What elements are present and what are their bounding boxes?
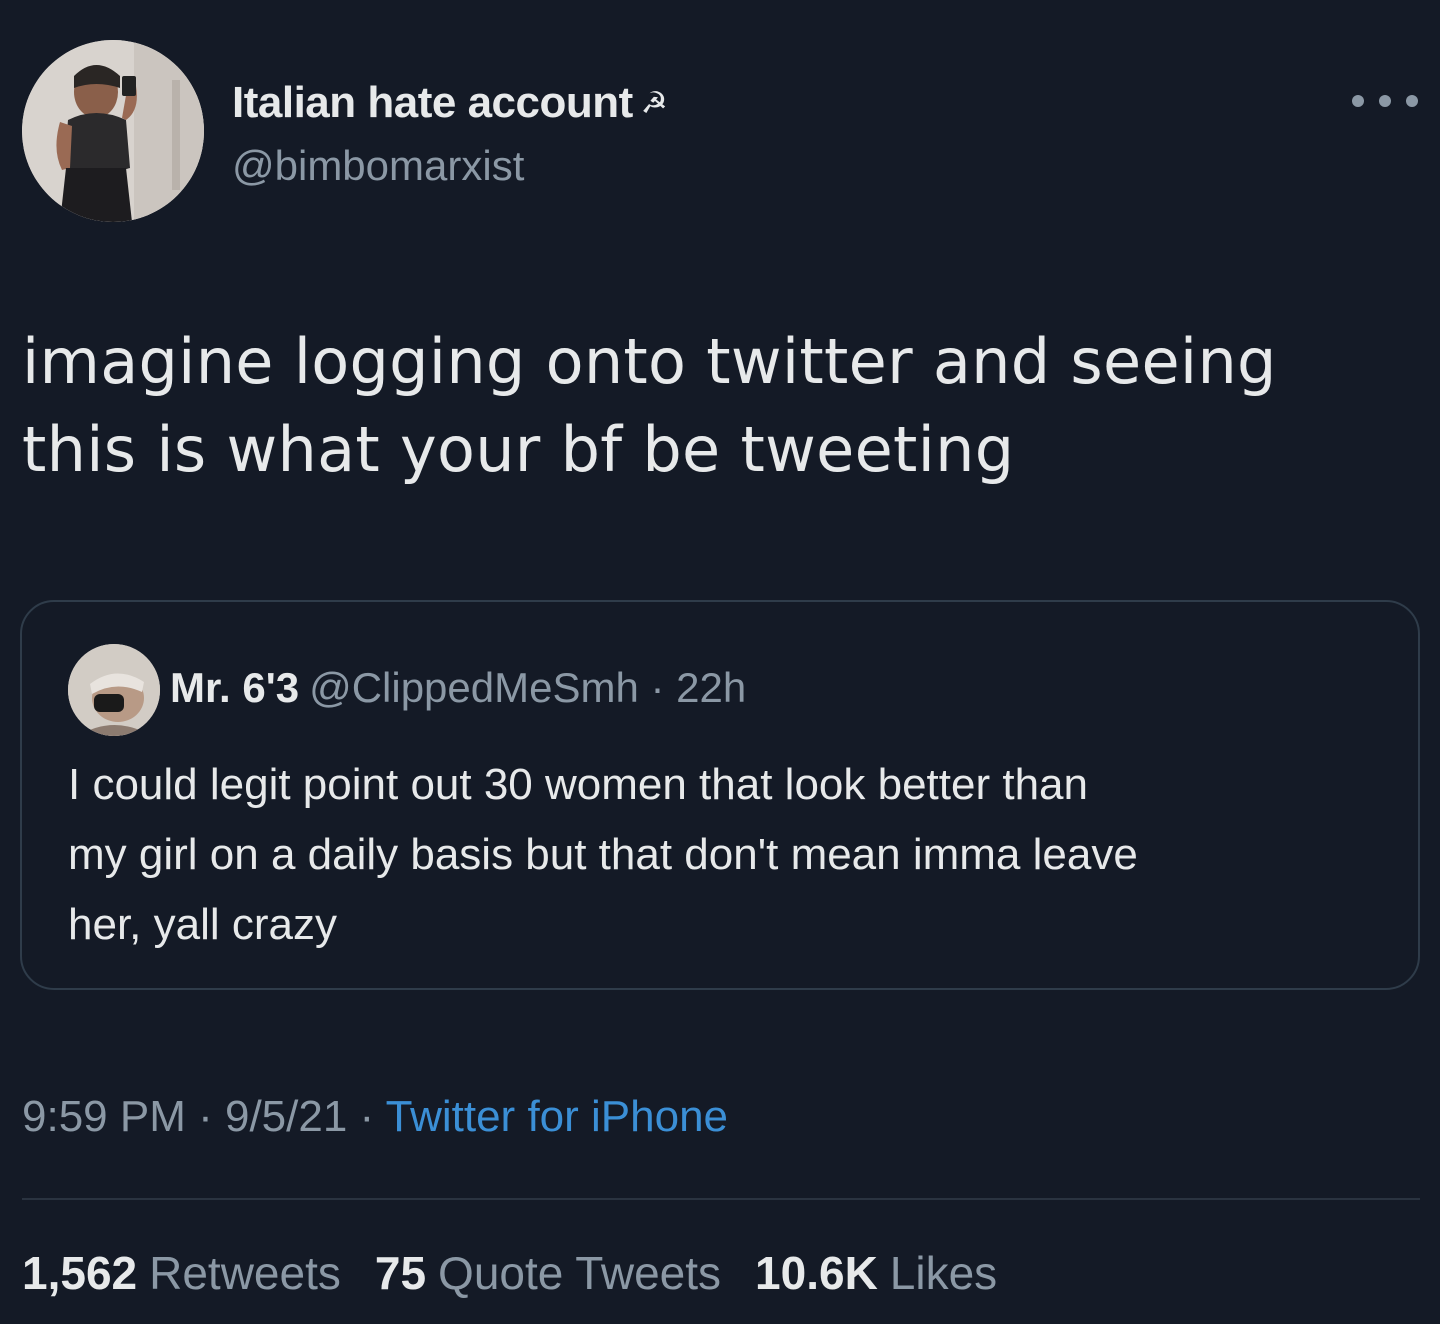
more-dot xyxy=(1379,95,1391,107)
quote-tweets-label: Quote Tweets xyxy=(438,1247,722,1299)
tweet-card: Italian hate account ☭ @bimbomarxist imag… xyxy=(0,0,1440,1324)
quoted-display-name[interactable]: Mr. 6'3 xyxy=(170,664,299,711)
meta-separator: · xyxy=(185,1092,225,1141)
quoted-author-avatar[interactable] xyxy=(68,644,160,736)
more-dot xyxy=(1406,95,1418,107)
likes-label: Likes xyxy=(889,1247,998,1299)
quoted-text-line: my girl on a daily basis but that don't … xyxy=(68,830,1138,879)
author-handle[interactable]: @bimbomarxist xyxy=(232,142,524,190)
retweets-stat[interactable]: 1,562 Retweets xyxy=(22,1246,341,1300)
retweets-count: 1,562 xyxy=(22,1247,138,1299)
hammer-and-sickle-icon: ☭ xyxy=(640,87,668,120)
tweet-text-line: this is what your bf be tweeting xyxy=(22,413,1015,486)
quoted-handle[interactable]: @ClippedMeSmh xyxy=(309,664,639,711)
likes-count: 10.6K xyxy=(755,1247,878,1299)
author-avatar[interactable] xyxy=(22,40,204,222)
quoted-header: Mr. 6'3 @ClippedMeSmh · 22h xyxy=(170,664,746,712)
divider xyxy=(22,1198,1420,1200)
quoted-text: I could legit point out 30 women that lo… xyxy=(68,750,1388,960)
quoted-timestamp[interactable]: 22h xyxy=(676,664,746,711)
tweet-source-link[interactable]: Twitter for iPhone xyxy=(386,1092,728,1141)
likes-stat[interactable]: 10.6K Likes xyxy=(755,1246,997,1300)
quote-tweets-count: 75 xyxy=(374,1247,427,1299)
tweet-stats: 1,562 Retweets 75 Quote Tweets 10.6K Likes xyxy=(22,1246,1031,1300)
tweet-time[interactable]: 9:59 PM xyxy=(22,1092,186,1141)
more-dot xyxy=(1352,95,1364,107)
quoted-text-line: I could legit point out 30 women that lo… xyxy=(68,760,1088,809)
tweet-meta: 9:59 PM · 9/5/21 · Twitter for iPhone xyxy=(22,1092,728,1142)
tweet-date[interactable]: 9/5/21 xyxy=(225,1092,347,1141)
quoted-separator: · xyxy=(638,664,677,711)
tweet-text-line: imagine logging onto twitter and seeing xyxy=(22,325,1277,398)
quote-tweets-stat[interactable]: 75 Quote Tweets xyxy=(375,1246,721,1300)
quoted-tweet[interactable]: Mr. 6'3 @ClippedMeSmh · 22h I could legit… xyxy=(20,600,1420,990)
retweets-label: Retweets xyxy=(149,1247,341,1299)
more-options-icon[interactable] xyxy=(1352,92,1418,110)
author-display-name[interactable]: Italian hate account ☭ xyxy=(232,78,668,128)
tweet-text: imagine logging onto twitter and seeing … xyxy=(22,318,1412,494)
author-name-text: Italian hate account xyxy=(232,78,633,127)
meta-separator: · xyxy=(347,1092,386,1141)
quoted-text-line: her, yall crazy xyxy=(68,900,337,949)
